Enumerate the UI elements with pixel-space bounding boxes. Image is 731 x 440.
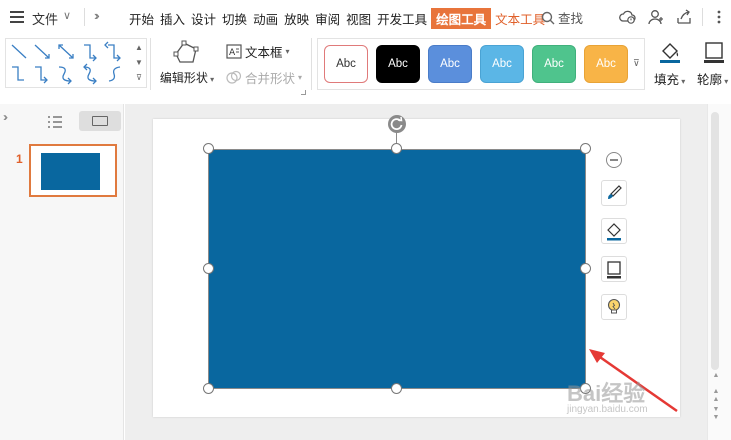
expand-panel-icon[interactable]: ›› [3, 110, 8, 124]
fill-label: 填充 ▾ [654, 73, 686, 87]
tab-transition[interactable]: 切换 [220, 8, 249, 29]
svg-text:A: A [229, 48, 236, 58]
search-icon [541, 11, 555, 24]
style-swatch-label: Abc [596, 58, 616, 70]
shape-style-swatch[interactable]: Abc [584, 45, 628, 83]
shape-style-gallery: Abc Abc Abc Abc Abc Abc [317, 38, 645, 90]
wps-presentation-window: 文件 ∨ ›› 开始 插入 设计 切换 动画 放映 审阅 视图 开发工具 绘图工… [0, 0, 731, 440]
tab-slideshow[interactable]: 放映 [282, 8, 311, 29]
tab-developer[interactable]: 开发工具 [375, 8, 429, 29]
style-swatch-label: Abc [388, 58, 408, 70]
tab-animation[interactable]: 动画 [251, 8, 280, 29]
chevron-down-icon: ▾ [298, 73, 303, 82]
merge-shapes-icon [226, 70, 242, 84]
style-swatch-label: Abc [336, 58, 356, 70]
prev-page-icon[interactable]: ▲ ▲ [711, 388, 721, 404]
cloud-sync-icon[interactable] [619, 8, 637, 26]
brush-icon [608, 185, 622, 199]
style-swatch-label: Abc [492, 58, 512, 70]
resize-handle-bottom[interactable] [391, 383, 402, 394]
shape-style-swatch[interactable]: Abc [376, 45, 420, 83]
rotate-icon [390, 116, 403, 130]
group-expand-icon[interactable] [301, 90, 306, 95]
menu-divider [84, 8, 85, 26]
menu-icon[interactable] [10, 11, 24, 23]
rectangle-shape[interactable] [208, 149, 586, 389]
resize-handle-right[interactable] [580, 263, 591, 274]
ribbon-divider [311, 38, 312, 90]
resize-handle-top-left[interactable] [203, 143, 214, 154]
tab-review[interactable]: 审阅 [313, 8, 342, 29]
next-page-icon[interactable]: ▼ ▼ [711, 406, 721, 422]
merge-shapes-button[interactable]: 合并形状 ▾ [226, 68, 302, 87]
chevron-down-icon[interactable]: ∨ [63, 9, 71, 22]
share-icon[interactable] [675, 8, 693, 26]
edit-shape-icon [173, 40, 199, 63]
slide-number: 1 [16, 152, 23, 166]
fill-bucket-icon [660, 43, 680, 63]
collapse-icon[interactable] [606, 152, 622, 168]
outline-view-icon[interactable] [47, 115, 63, 129]
textbox-button[interactable]: A 文本框 ▾ [226, 42, 290, 61]
shape-style-swatch[interactable]: Abc [428, 45, 472, 83]
file-menu[interactable]: 文件 [32, 9, 58, 28]
quick-fill-button[interactable] [601, 218, 627, 244]
tab-insert[interactable]: 插入 [158, 8, 187, 29]
watermark-url: jingyan.baidu.com [567, 404, 648, 415]
thumbnail-shape [41, 153, 100, 190]
expand-menu-icon[interactable]: ›› [94, 8, 99, 23]
gallery-scroll[interactable]: ▲ ▼ ⊽ [133, 40, 145, 86]
outline-icon [607, 261, 621, 279]
line-shapes-gallery[interactable] [5, 38, 147, 88]
shape-style-swatch[interactable]: Abc [324, 45, 368, 83]
outline-label: 轮廓 ▾ [697, 73, 729, 87]
shape-style-swatch[interactable]: Abc [480, 45, 524, 83]
menu-divider [702, 8, 703, 26]
ribbon-divider [150, 38, 151, 90]
edit-shape-label: 编辑形状 ▾ [159, 71, 215, 85]
outline-icon [704, 42, 724, 63]
thumbnail-view-button[interactable] [79, 111, 121, 131]
textbox-icon: A [226, 44, 242, 59]
ribbon-tabs: 开始 插入 设计 切换 动画 放映 审阅 视图 开发工具 绘图工具 文本工具 [127, 8, 549, 29]
resize-handle-top-right[interactable] [580, 143, 591, 154]
tab-drawing-tools[interactable]: 绘图工具 [431, 8, 492, 29]
merge-shapes-label: 合并形状 [245, 72, 296, 86]
search-box[interactable]: 查找 [541, 8, 583, 27]
resize-handle-bottom-left[interactable] [203, 383, 214, 394]
tab-design[interactable]: 设计 [189, 8, 218, 29]
bulb-icon [607, 298, 621, 314]
textbox-label: 文本框 [245, 46, 283, 60]
fill-icon [607, 223, 621, 241]
slide-thumbnail-icon [92, 116, 108, 126]
rotate-handle[interactable] [388, 115, 406, 133]
scroll-up-icon[interactable]: ▲ [711, 372, 721, 380]
style-swatch-label: Abc [440, 58, 460, 70]
menu-bar: 文件 ∨ ›› 开始 插入 设计 切换 动画 放映 审阅 视图 开发工具 绘图工… [0, 0, 731, 34]
search-label: 查找 [558, 12, 584, 26]
line-shape-icons[interactable] [8, 41, 136, 87]
tab-text-tools[interactable]: 文本工具 [493, 8, 547, 29]
slide-thumbnail[interactable] [29, 144, 117, 197]
user-icon[interactable] [647, 8, 665, 26]
quick-outline-button[interactable] [601, 256, 627, 282]
resize-handle-top[interactable] [391, 143, 402, 154]
more-icon[interactable] [710, 8, 728, 26]
style-gallery-more-icon[interactable]: ⊽ [633, 58, 640, 69]
style-swatch-label: Abc [544, 58, 564, 70]
shape-style-swatch[interactable]: Abc [532, 45, 576, 83]
scrollbar-thumb[interactable] [711, 112, 719, 370]
quick-smart-button[interactable] [601, 294, 627, 320]
tab-view[interactable]: 视图 [344, 8, 373, 29]
tab-home[interactable]: 开始 [127, 8, 156, 29]
chevron-down-icon: ▾ [285, 47, 290, 56]
resize-handle-left[interactable] [203, 263, 214, 274]
quick-style-button[interactable] [601, 180, 627, 206]
